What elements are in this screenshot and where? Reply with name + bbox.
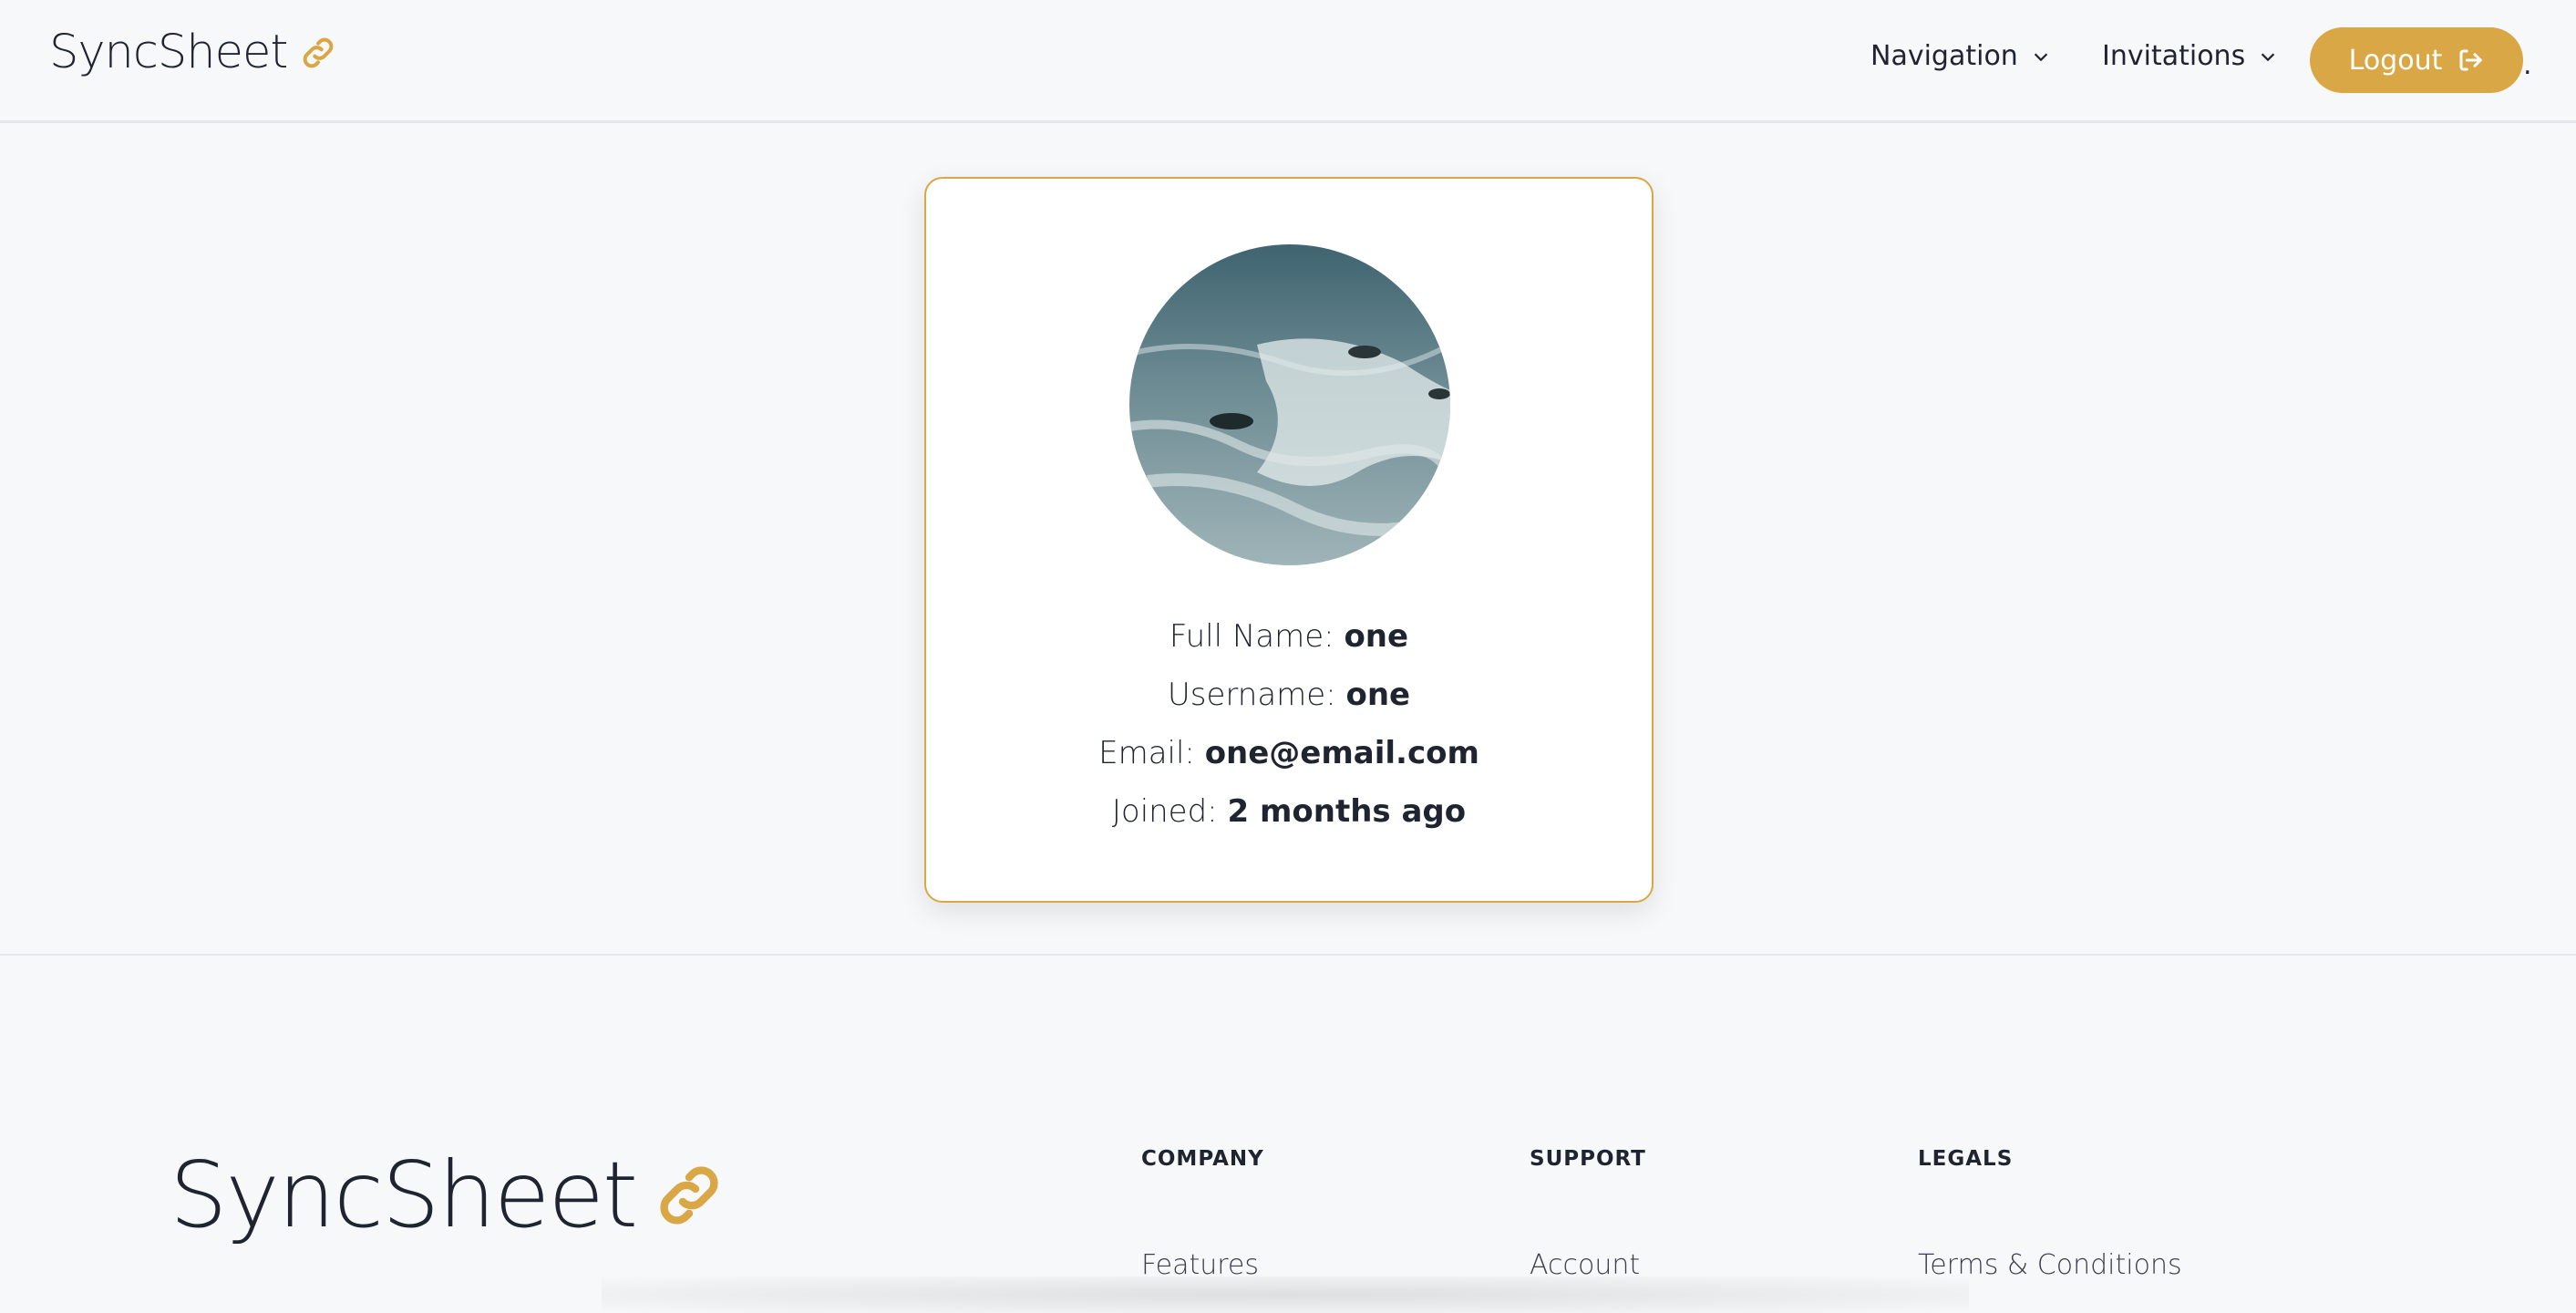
footer-legals-heading: LEGALS [1918,1147,2014,1171]
full-name-label: Full Name: [1169,618,1345,655]
brand-logo[interactable]: SyncSheet [49,26,338,79]
username-value: one [1345,677,1411,713]
brand-name: SyncSheet [49,26,288,79]
footer-support-heading: SUPPORT [1530,1147,1646,1171]
footer-brand-logo[interactable]: SyncSheet [170,1142,727,1248]
logout-button[interactable]: Logout [2310,27,2523,93]
joined-row: Joined: 2 months ago [926,793,1652,830]
logout-label: Logout [2348,44,2443,77]
full-name-value: one [1344,618,1409,655]
profile-avatar [1129,244,1450,565]
navigation-dropdown[interactable]: Navigation [1870,40,2051,72]
chain-link-icon [304,37,334,67]
header-trailing-dot: . [2523,49,2532,81]
footer-company-heading: COMPANY [1141,1147,1264,1171]
email-label: Email: [1098,735,1205,771]
profile-card: Full Name: one Username: one Email: one@… [924,177,1654,903]
logout-icon [2459,49,2483,71]
joined-label: Joined: [1111,793,1228,830]
username-row: Username: one [926,677,1652,713]
joined-value: 2 months ago [1227,793,1467,830]
footer-brand-name: SyncSheet [170,1142,638,1248]
full-name-row: Full Name: one [926,618,1652,655]
chain-link-icon [660,1165,718,1225]
invitations-dropdown-label: Invitations [2102,40,2246,72]
footer-divider [0,954,2576,956]
chevron-down-icon [2262,52,2275,61]
chevron-down-icon [2034,52,2048,61]
bottom-shadow [602,1277,1969,1313]
username-label: Username: [1167,677,1346,713]
top-header: SyncSheet Navigation Invitations Logout … [0,0,2576,123]
invitations-dropdown[interactable]: Invitations [2102,40,2278,72]
navigation-dropdown-label: Navigation [1870,40,2018,72]
email-value: one@email.com [1204,735,1479,771]
email-row: Email: one@email.com [926,735,1652,771]
river-rafting-photo-icon [1129,244,1450,565]
